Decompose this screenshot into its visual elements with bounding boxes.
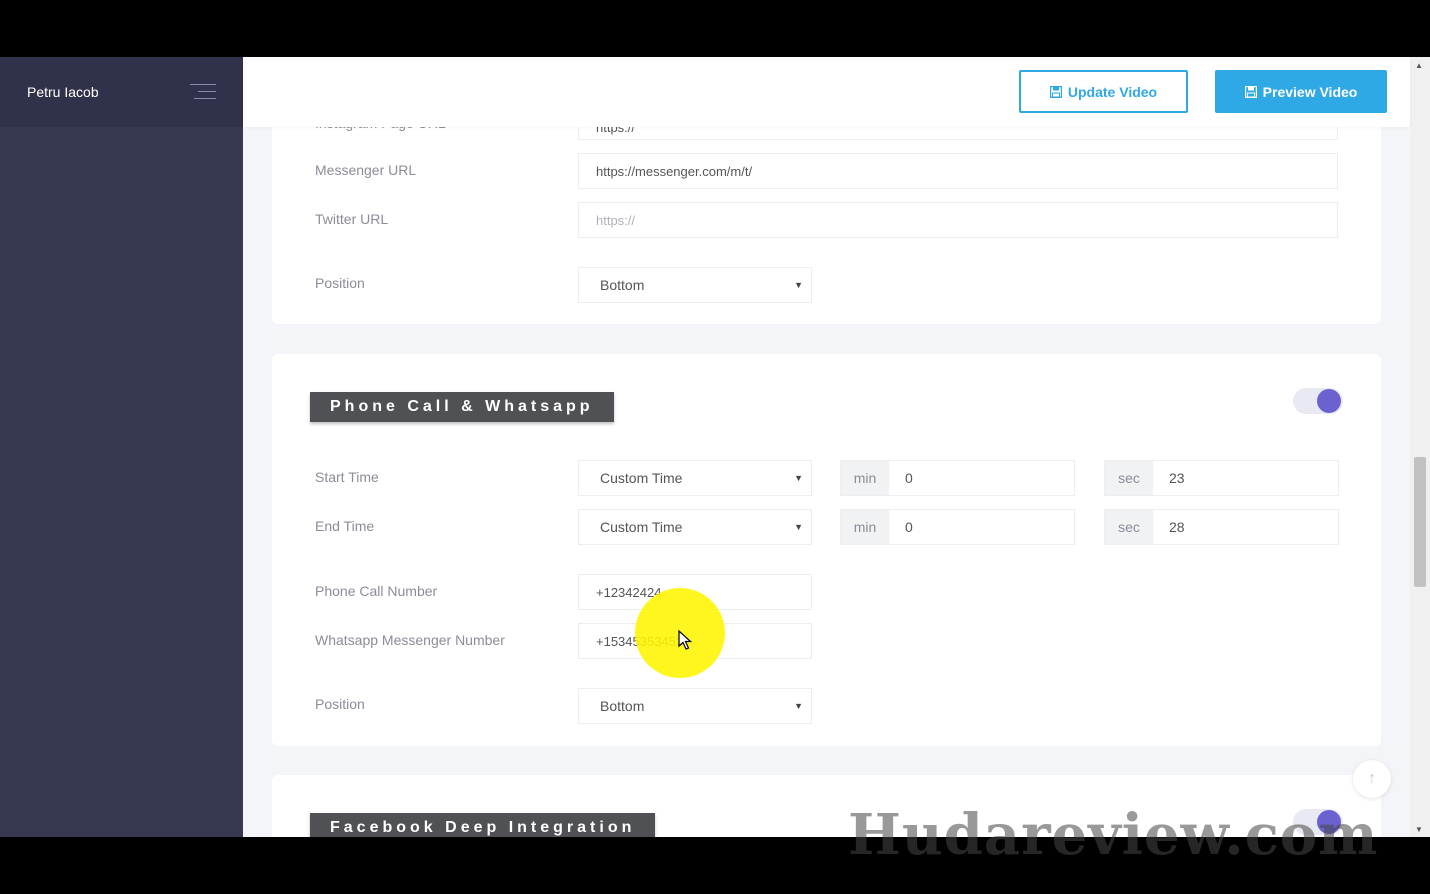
start-time-label: Start Time [315, 469, 379, 485]
end-sec-value: 28 [1169, 519, 1185, 535]
whatsapp-number-label: Whatsapp Messenger Number [315, 632, 505, 648]
twitter-url-label: Twitter URL [315, 211, 389, 227]
start-time-select[interactable]: Custom Time ▼ [578, 460, 812, 496]
end-sec-prefix: sec [1105, 510, 1153, 544]
update-video-button[interactable]: Update Video [1019, 70, 1188, 113]
chevron-down-icon: ▼ [794, 280, 803, 290]
scroll-up-icon[interactable]: ▲ [1415, 61, 1423, 70]
end-min-prefix: min [841, 510, 889, 544]
start-sec-value: 23 [1169, 470, 1185, 486]
preview-video-button[interactable]: Preview Video [1215, 70, 1387, 113]
twitter-url-field[interactable]: https:// [578, 202, 1338, 238]
phone-number-label: Phone Call Number [315, 583, 438, 599]
top-toolbar: Update Video Preview Video [243, 57, 1410, 127]
watermark-text: Hudareview.com [848, 802, 1379, 868]
social-links-card: Instagram Page URL https:// Messenger UR… [272, 97, 1381, 324]
section-title-phone: Phone Call & Whatsapp [310, 392, 614, 422]
messenger-url-label: Messenger URL [315, 162, 417, 178]
end-time-select[interactable]: Custom Time ▼ [578, 509, 812, 545]
scroll-down-icon[interactable]: ▼ [1415, 825, 1423, 834]
messenger-url-field[interactable]: https://messenger.com/m/t/ [578, 153, 1338, 189]
start-min-field[interactable]: min 0 [840, 460, 1075, 496]
end-sec-field[interactable]: sec 28 [1104, 509, 1339, 545]
arrow-up-icon: ↑ [1368, 770, 1376, 787]
end-min-field[interactable]: min 0 [840, 509, 1075, 545]
scrollbar-thumb[interactable] [1414, 457, 1426, 587]
start-sec-field[interactable]: sec 23 [1104, 460, 1339, 496]
phone-section-toggle[interactable] [1293, 388, 1343, 414]
main-content: Update Video Preview Video Instagram Pag… [243, 57, 1410, 837]
start-min-prefix: min [841, 461, 889, 495]
preview-video-label: Preview Video [1262, 83, 1358, 100]
section-title-facebook: Facebook Deep Integration [310, 813, 656, 837]
user-name: Petru Iacob [27, 84, 99, 100]
save-icon [1244, 85, 1257, 98]
app-window: Petru Iacob Update Video Preview Video I… [0, 57, 1430, 837]
start-sec-prefix: sec [1105, 461, 1153, 495]
chevron-down-icon: ▼ [794, 473, 803, 483]
toggle-knob [1317, 389, 1341, 413]
menu-toggle-icon[interactable] [190, 84, 216, 102]
chevron-down-icon: ▼ [794, 522, 803, 532]
scroll-to-top-button[interactable]: ↑ [1353, 760, 1391, 798]
phone-position-select[interactable]: Bottom ▼ [578, 688, 812, 724]
start-min-value: 0 [905, 470, 913, 486]
phone-whatsapp-card: Phone Call & Whatsapp Start Time Custom … [272, 354, 1381, 746]
end-time-label: End Time [315, 518, 375, 534]
scrollbar[interactable]: ▲ ▼ [1410, 57, 1430, 837]
sidebar: Petru Iacob [0, 57, 243, 837]
social-position-label: Position [315, 275, 365, 291]
mouse-cursor-icon [678, 630, 692, 650]
sidebar-header: Petru Iacob [0, 57, 243, 127]
save-icon [1049, 85, 1062, 98]
phone-position-label: Position [315, 696, 365, 712]
social-position-select[interactable]: Bottom ▼ [578, 267, 812, 303]
end-min-value: 0 [905, 519, 913, 535]
chevron-down-icon: ▼ [794, 701, 803, 711]
update-video-label: Update Video [1067, 83, 1158, 100]
